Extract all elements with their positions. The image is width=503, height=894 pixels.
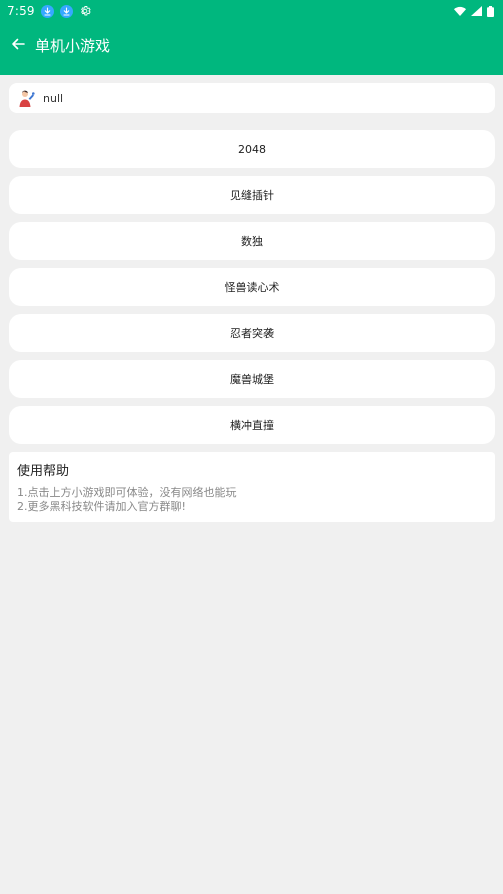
- person-avatar-icon: [16, 88, 36, 108]
- username: null: [43, 91, 64, 105]
- signal-icon: [471, 6, 482, 16]
- battery-icon: [487, 5, 494, 17]
- help-line: 2.更多黑科技软件请加入官方群聊!: [17, 500, 186, 513]
- game-warcraft-castle-button[interactable]: 魔兽城堡: [9, 360, 495, 398]
- status-time: 7:59: [7, 4, 35, 18]
- game-monster-mind-reading-button[interactable]: 怪兽读心术: [9, 268, 495, 306]
- status-left: 7:59: [7, 4, 92, 18]
- help-card: 使用帮助 1.点击上方小游戏即可体验，没有网络也能玩 2.更多黑科技软件请加入官…: [9, 452, 495, 522]
- download-icon: [59, 4, 73, 18]
- help-line: 1.点击上方小游戏即可体验，没有网络也能玩: [17, 486, 237, 499]
- game-sudoku-button[interactable]: 数独: [9, 222, 495, 260]
- help-title: 使用帮助: [17, 464, 70, 479]
- game-jianfeng-chazhen-button[interactable]: 见缝插针: [9, 176, 495, 214]
- wifi-icon: [454, 6, 466, 16]
- status-right: [454, 5, 494, 17]
- game-2048-button[interactable]: 2048: [9, 130, 495, 168]
- status-bar: 7:59: [0, 0, 503, 22]
- user-card[interactable]: null: [9, 83, 495, 113]
- page-title: 单机小游戏: [35, 36, 111, 55]
- toolbar: 单机小游戏: [0, 22, 503, 68]
- game-rampage-button[interactable]: 横冲直撞: [9, 406, 495, 444]
- back-button[interactable]: [2, 22, 33, 68]
- gear-icon: [79, 5, 92, 18]
- app-bar: 7:59 单机小游戏: [0, 0, 503, 75]
- download-icon: [40, 4, 54, 18]
- game-list: 2048 见缝插针 数独 怪兽读心术 忍者突袭 魔兽城堡 横冲直撞: [9, 130, 495, 444]
- game-ninja-raid-button[interactable]: 忍者突袭: [9, 314, 495, 352]
- main-content: null 2048 见缝插针 数独 怪兽读心术 忍者突袭 魔兽城堡 横冲直撞 使…: [9, 83, 495, 522]
- arrow-back-icon: [11, 36, 25, 55]
